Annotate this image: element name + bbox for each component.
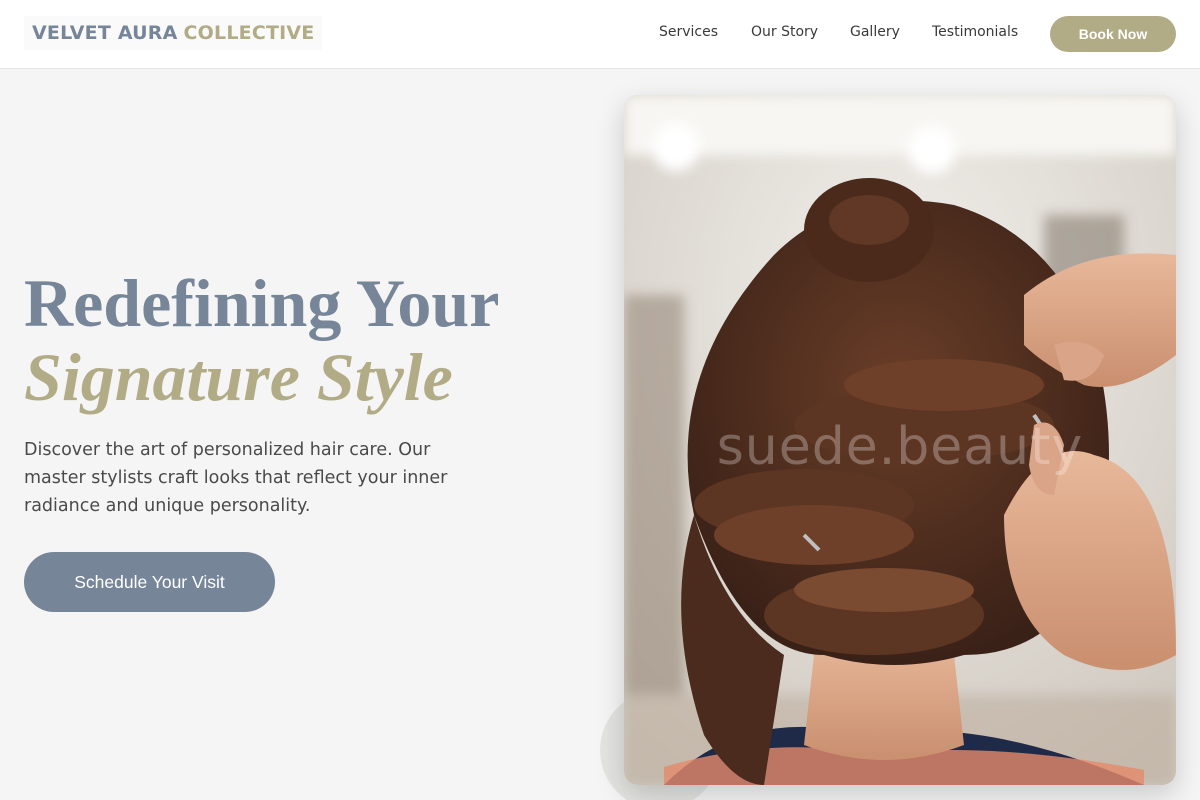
- hero-photo: suede.beauty: [624, 95, 1176, 785]
- image-watermark: suede.beauty: [716, 417, 1084, 477]
- hero-title: Redefining Your Signature Style: [24, 266, 584, 414]
- hero-title-line1: Redefining Your: [24, 265, 500, 341]
- schedule-visit-button[interactable]: Schedule Your Visit: [24, 552, 275, 612]
- nav-menu: Services Our Story Gallery Testimonials: [0, 0, 1200, 68]
- navbar: VELVET AURA COLLECTIVE Services Our Stor…: [0, 0, 1200, 69]
- hero-title-line2: Signature Style: [24, 339, 453, 415]
- nav-link-testimonials[interactable]: Testimonials: [932, 24, 1018, 40]
- nav-link-our-story[interactable]: Our Story: [751, 24, 818, 40]
- nav-link-gallery[interactable]: Gallery: [850, 24, 900, 40]
- nav-link-services[interactable]: Services: [659, 24, 718, 40]
- hero-description: Discover the art of personalized hair ca…: [24, 440, 448, 516]
- book-now-button[interactable]: Book Now: [1050, 16, 1176, 52]
